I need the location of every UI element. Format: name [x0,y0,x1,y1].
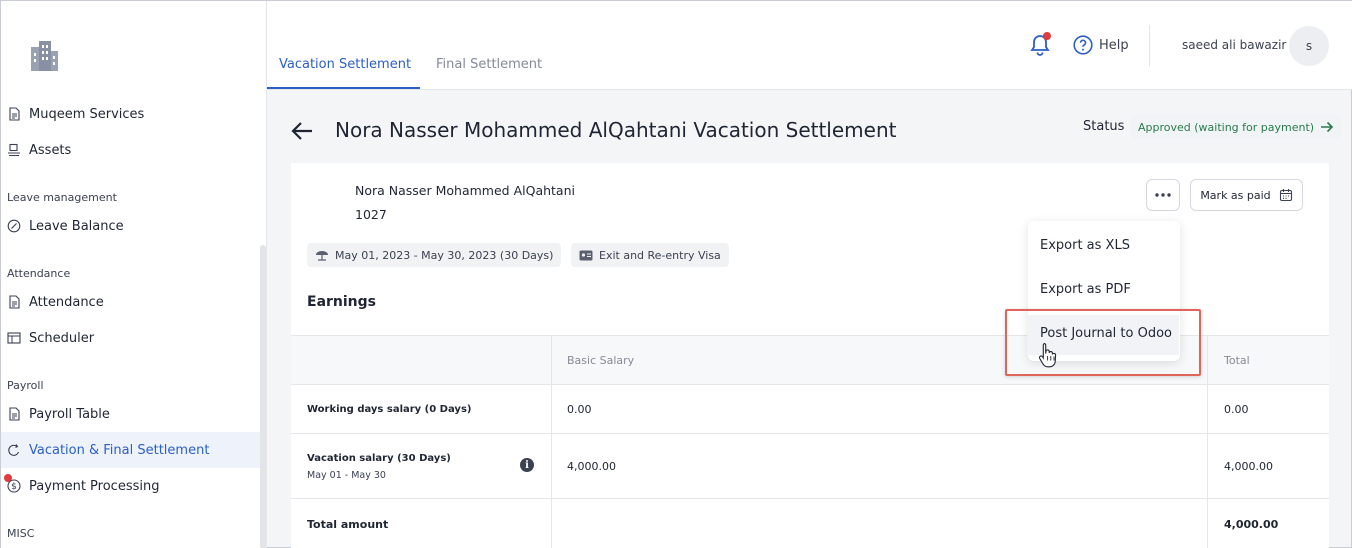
header-divider [1149,25,1150,67]
row-sublabel: May 01 - May 30 [307,469,386,481]
more-options-button[interactable] [1146,179,1180,211]
info-icon[interactable]: i [520,458,534,472]
sidebar-item-muqeem-services[interactable]: Muqeem Services [1,96,261,132]
page-title: Nora Nasser Mohammed AlQahtani Vacation … [335,118,897,142]
hand-pointer-cursor-icon [1038,342,1057,368]
row-basic-salary: 0.00 [567,403,592,416]
row-total: 0.00 [1224,403,1249,416]
status-value: Approved (waiting for payment) [1138,120,1315,134]
row-total: 4,000.00 [1224,518,1279,531]
menu-item-export-pdf[interactable]: Export as PDF [1040,282,1131,297]
sidebar-item-label: Payment Processing [29,478,160,494]
help-label: Help [1099,37,1129,53]
row-label: Vacation salary (30 Days) [307,452,451,464]
sidebar-item-scheduler[interactable]: Scheduler [1,320,261,356]
column-header-total: Total [1224,354,1250,367]
section-misc: MISC [7,527,35,540]
sidebar-scrollbar[interactable] [260,245,266,548]
sidebar-item-label: Attendance [29,294,104,310]
column-divider [551,335,552,548]
leave-icon [7,219,21,233]
status-label: Status [1083,119,1125,134]
highlight-box [1005,309,1201,376]
row-label: Total amount [307,518,389,531]
row-basic-salary [551,499,567,548]
column-divider [1207,335,1208,548]
section-leave-management: Leave management [7,191,117,204]
document-icon [7,107,21,121]
sidebar-item-label: Muqeem Services [29,106,145,122]
menu-item-export-xls[interactable]: Export as XLS [1040,238,1130,253]
back-arrow-icon[interactable] [290,120,314,142]
employee-name: Nora Nasser Mohammed AlQahtani [355,183,575,198]
document-icon [7,407,21,421]
table-icon [7,331,21,345]
section-payroll: Payroll [7,379,44,392]
user-name[interactable]: saeed ali bawazir [1182,38,1286,52]
settlement-icon [7,443,21,457]
sidebar-item-assets[interactable]: Assets [1,132,261,168]
sidebar-item-label: Assets [29,142,72,158]
table-row: Vacation salary (30 Days) May 01 - May 3… [291,433,1329,499]
sidebar-item-label: Leave Balance [29,218,124,234]
calendar-icon [1279,189,1292,202]
mark-as-paid-label: Mark as paid [1200,188,1271,202]
notification-badge [1043,32,1051,40]
more-horizontal-icon [1155,193,1171,197]
avatar[interactable]: s [1289,26,1329,66]
row-total: 4,000.00 [1224,460,1273,473]
earnings-title: Earnings [307,294,377,310]
visa-chip: Exit and Re-entry Visa [571,243,729,267]
sidebar-item-payment-processing[interactable]: $ Payment Processing [1,468,261,504]
sidebar-item-label: Scheduler [29,330,95,346]
svg-text:$: $ [11,482,17,492]
dollar-icon: $ [7,479,21,493]
period-chip: May 01, 2023 - May 30, 2023 (30 Days) [307,243,562,267]
status-badge[interactable]: Approved (waiting for payment) [1131,115,1342,139]
employee-id: 1027 [355,207,387,222]
id-card-icon [579,250,593,260]
row-basic-salary: 4,000.00 [567,460,616,473]
sidebar: Muqeem Services Assets Leave management … [1,1,267,548]
row-label-cell: Vacation salary (30 Days) May 01 - May 3… [291,434,451,499]
beach-umbrella-icon [316,251,328,261]
row-label: Working days salary (0 Days) [307,404,472,415]
sidebar-item-attendance[interactable]: Attendance [1,284,261,320]
table-row-total: Total amount 4,000.00 [291,498,1329,548]
arrow-right-icon [1321,121,1334,133]
section-attendance: Attendance [7,267,71,280]
active-tab-indicator [267,87,420,89]
column-header-basic-salary: Basic Salary [567,354,635,367]
question-icon [1073,35,1093,55]
sidebar-item-payroll-table[interactable]: Payroll Table [1,396,261,432]
tab-final-settlement[interactable]: Final Settlement [436,57,542,72]
sidebar-item-label: Payroll Table [29,406,110,422]
sidebar-item-label: Vacation & Final Settlement [29,442,210,458]
table-row: Working days salary (0 Days) 0.00 0.00 [291,384,1329,434]
visa-label: Exit and Re-entry Visa [599,248,721,262]
period-label: May 01, 2023 - May 30, 2023 (30 Days) [335,248,554,262]
mark-as-paid-button[interactable]: Mark as paid [1190,179,1303,211]
sidebar-item-leave-balance[interactable]: Leave Balance [1,208,261,244]
top-bar: Vacation Settlement Final Settlement Hel… [267,1,1352,90]
document-icon [7,295,21,309]
tab-vacation-settlement[interactable]: Vacation Settlement [279,57,411,72]
help-button[interactable]: Help [1073,35,1129,55]
column-header [291,336,307,385]
building-logo-icon [31,41,58,71]
assets-icon [7,143,21,157]
sidebar-item-vacation-final-settlement[interactable]: Vacation & Final Settlement [1,432,261,468]
